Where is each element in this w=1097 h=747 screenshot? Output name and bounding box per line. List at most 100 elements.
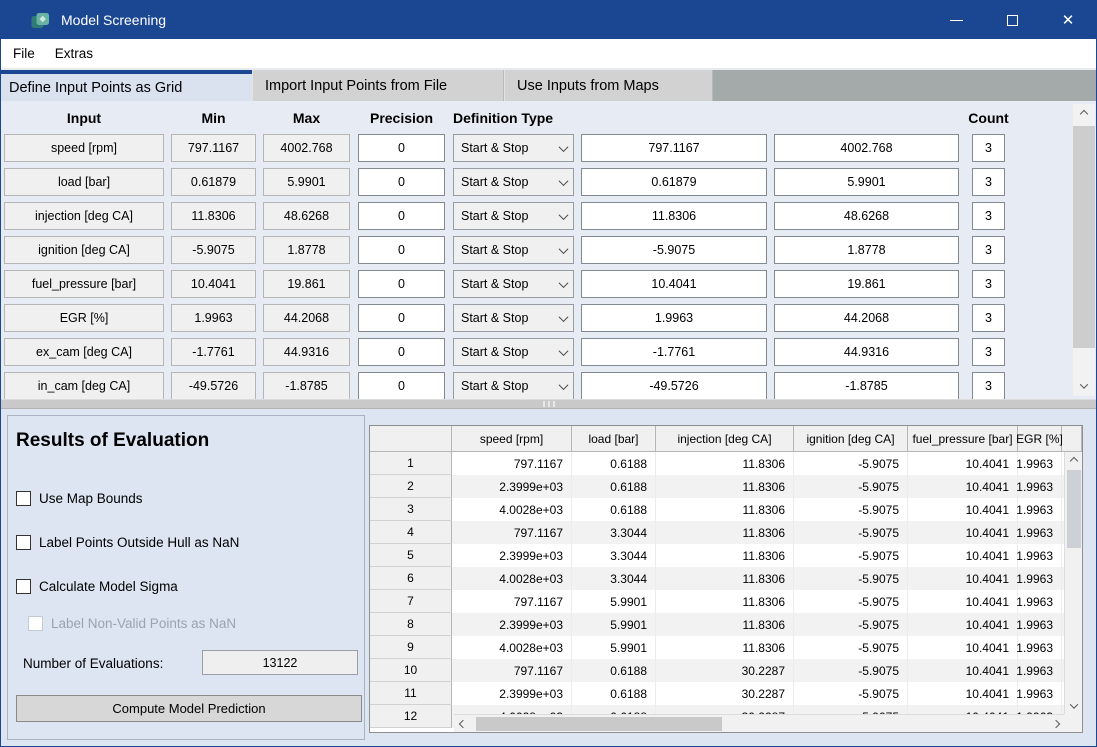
maximize-button[interactable] <box>984 1 1040 39</box>
menu-extras[interactable]: Extras <box>45 46 103 61</box>
start-value-input[interactable]: 1.9963 <box>581 304 767 332</box>
table-horizontal-scrollbar[interactable] <box>454 714 1064 732</box>
count-input[interactable]: 3 <box>972 372 1005 400</box>
table-cell: 10.4041 <box>908 544 1018 567</box>
definition-type-select[interactable]: Start & Stop <box>453 304 574 332</box>
input-grid-row: EGR [%]1.996344.20680Start & Stop1.99634… <box>1 304 1096 332</box>
scroll-right-button[interactable] <box>1047 715 1064 733</box>
precision-input[interactable]: 0 <box>358 236 445 264</box>
table-row: 10797.11670.618830.2287-5.907510.40411.9… <box>370 659 1082 682</box>
input-grid-panel: Input Min Max Precision Definition Type … <box>1 101 1096 399</box>
row-number-cell: 6 <box>370 567 452 590</box>
scroll-left-button[interactable] <box>454 715 471 733</box>
chevron-down-icon <box>559 244 569 254</box>
table-cell: 5.9901 <box>572 636 656 659</box>
precision-input[interactable]: 0 <box>358 372 445 400</box>
min-field: 1.9963 <box>171 304 256 332</box>
definition-type-select[interactable]: Start & Stop <box>453 168 574 196</box>
count-input[interactable]: 3 <box>972 338 1005 366</box>
scrollbar-thumb[interactable] <box>1067 470 1081 548</box>
precision-input[interactable]: 0 <box>358 168 445 196</box>
precision-input[interactable]: 0 <box>358 338 445 366</box>
table-vertical-scrollbar[interactable] <box>1064 452 1082 714</box>
row-number-cell: 3 <box>370 498 452 521</box>
max-field: 5.9901 <box>263 168 350 196</box>
count-input[interactable]: 3 <box>972 304 1005 332</box>
checkbox-icon <box>28 616 43 631</box>
stop-value-input[interactable]: 5.9901 <box>774 168 959 196</box>
definition-type-select[interactable]: Start & Stop <box>453 372 574 400</box>
checkbox-calculate-model-sigma[interactable]: Calculate Model Sigma <box>16 579 178 594</box>
checkbox-label-points-outside-hull[interactable]: Label Points Outside Hull as NaN <box>16 535 239 550</box>
definition-type-select[interactable]: Start & Stop <box>453 202 574 230</box>
precision-input[interactable]: 0 <box>358 304 445 332</box>
column-header: ignition [deg CA] <box>794 426 908 452</box>
chevron-down-icon <box>1070 700 1078 708</box>
definition-type-value: Start & Stop <box>461 141 528 155</box>
definition-type-select[interactable]: Start & Stop <box>453 338 574 366</box>
start-value-input[interactable]: -49.5726 <box>581 372 767 400</box>
panel-splitter[interactable] <box>1 399 1096 409</box>
start-value-input[interactable]: 11.8306 <box>581 202 767 230</box>
input-name-cell: ignition [deg CA] <box>4 236 164 264</box>
window-title: Model Screening <box>61 12 166 28</box>
maximize-icon <box>1007 15 1018 26</box>
tab-define-input-points-as-grid[interactable]: Define Input Points as Grid <box>1 70 252 101</box>
table-cell: 11.8306 <box>656 567 794 590</box>
minimize-button[interactable] <box>928 1 984 39</box>
checkbox-use-map-bounds[interactable]: Use Map Bounds <box>16 491 143 506</box>
count-input[interactable]: 3 <box>972 134 1005 162</box>
definition-type-value: Start & Stop <box>461 277 528 291</box>
table-cell: 1.9963 <box>1018 475 1062 498</box>
max-field: -1.8785 <box>263 372 350 400</box>
tab-bar: Define Input Points as Grid Import Input… <box>1 70 1096 101</box>
precision-input[interactable]: 0 <box>358 134 445 162</box>
results-options-group: Results of Evaluation Use Map Bounds Lab… <box>7 415 365 740</box>
count-input[interactable]: 3 <box>972 202 1005 230</box>
start-value-input[interactable]: 0.61879 <box>581 168 767 196</box>
precision-input[interactable]: 0 <box>358 270 445 298</box>
tab-use-inputs-from-maps[interactable]: Use Inputs from Maps <box>504 70 713 101</box>
scrollbar-thumb[interactable] <box>476 717 722 731</box>
definition-type-value: Start & Stop <box>461 379 528 393</box>
stop-value-input[interactable]: 4002.768 <box>774 134 959 162</box>
close-button[interactable]: ✕ <box>1040 1 1096 39</box>
scroll-down-button[interactable] <box>1073 376 1095 396</box>
scroll-up-button[interactable] <box>1065 452 1083 469</box>
count-input[interactable]: 3 <box>972 236 1005 264</box>
stop-value-input[interactable]: 19.861 <box>774 270 959 298</box>
grid-vertical-scrollbar[interactable] <box>1073 104 1095 396</box>
menu-bar: File Extras <box>1 39 1096 69</box>
table-cell: 10.4041 <box>908 590 1018 613</box>
menu-file[interactable]: File <box>3 46 45 61</box>
precision-input[interactable]: 0 <box>358 202 445 230</box>
count-input[interactable]: 3 <box>972 270 1005 298</box>
scrollbar-thumb[interactable] <box>1073 126 1095 348</box>
stop-value-input[interactable]: 44.2068 <box>774 304 959 332</box>
start-value-input[interactable]: 10.4041 <box>581 270 767 298</box>
stop-value-input[interactable]: 1.8778 <box>774 236 959 264</box>
table-cell: 10.4041 <box>908 659 1018 682</box>
scroll-down-button[interactable] <box>1065 697 1083 714</box>
table-cell: 0.6188 <box>572 682 656 705</box>
start-value-input[interactable]: 797.1167 <box>581 134 767 162</box>
table-cell: 4.0028e+03 <box>452 636 572 659</box>
chevron-down-icon <box>559 176 569 186</box>
input-name-cell: injection [deg CA] <box>4 202 164 230</box>
start-value-input[interactable]: -5.9075 <box>581 236 767 264</box>
tab-import-input-points-from-file[interactable]: Import Input Points from File <box>252 70 504 101</box>
count-input[interactable]: 3 <box>972 168 1005 196</box>
start-value-input[interactable]: -1.7761 <box>581 338 767 366</box>
definition-type-select[interactable]: Start & Stop <box>453 134 574 162</box>
definition-type-select[interactable]: Start & Stop <box>453 236 574 264</box>
stop-value-input[interactable]: -1.8785 <box>774 372 959 400</box>
stop-value-input[interactable]: 44.9316 <box>774 338 959 366</box>
max-field: 48.6268 <box>263 202 350 230</box>
stop-value-input[interactable]: 48.6268 <box>774 202 959 230</box>
compute-model-prediction-button[interactable]: Compute Model Prediction <box>16 695 362 722</box>
definition-type-select[interactable]: Start & Stop <box>453 270 574 298</box>
scroll-up-button[interactable] <box>1073 104 1095 124</box>
minimize-icon <box>950 20 963 21</box>
input-name-cell: fuel_pressure [bar] <box>4 270 164 298</box>
corner-cell <box>370 426 452 452</box>
